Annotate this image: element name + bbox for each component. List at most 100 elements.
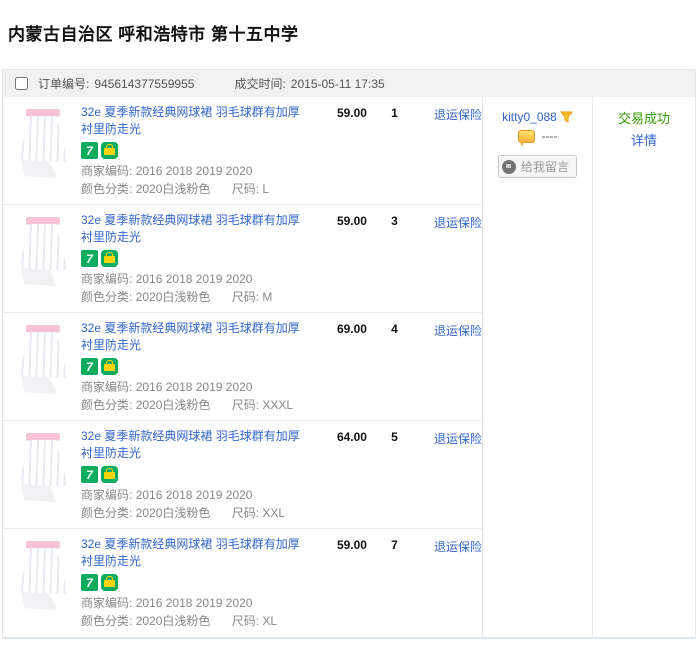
trade-status-text: 交易成功 bbox=[617, 111, 670, 126]
product-row: 32e 夏季新款经典网球裙 羽毛球群有加厚衬里防走光 7 商家编码: 2016 … bbox=[3, 205, 482, 313]
size-value: XXL bbox=[262, 506, 286, 520]
consumer-protection-icon bbox=[101, 574, 118, 591]
color-value: 2020白浅粉色 bbox=[135, 506, 211, 520]
buyer-column: kitty0_088 ---- 给我留言 bbox=[482, 97, 592, 637]
seven-day-return-icon: 7 bbox=[81, 142, 98, 159]
buyer-username-link[interactable]: kitty0_088 bbox=[502, 110, 557, 124]
order-select-checkbox[interactable] bbox=[15, 77, 28, 90]
product-row: 32e 夏季新款经典网球裙 羽毛球群有加厚衬里防走光 7 商家编码: 2016 … bbox=[3, 97, 482, 205]
merchant-code-label: 商家编码: bbox=[81, 596, 133, 610]
skirt-thumbnail-band bbox=[26, 217, 60, 224]
size-value: XL bbox=[262, 614, 278, 628]
product-info: 32e 夏季新款经典网球裙 羽毛球群有加厚衬里防走光 7 商家编码: 2016 … bbox=[81, 536, 309, 637]
buyer-memo-line: ---- bbox=[483, 129, 592, 147]
skirt-thumbnail-body bbox=[18, 116, 68, 162]
chat-bubble-icon[interactable] bbox=[517, 129, 535, 147]
sku-line: 颜色分类: 2020白浅粉色 尺码: M bbox=[81, 288, 309, 306]
seven-day-return-icon: 7 bbox=[81, 358, 98, 375]
skirt-thumbnail-band bbox=[26, 433, 60, 440]
product-badges: 7 bbox=[81, 574, 309, 591]
merchant-code-value: 2016 2018 2019 2020 bbox=[135, 488, 253, 502]
order-card: 订单编号: 945614377559955 成交时间: 2015-05-11 1… bbox=[2, 69, 696, 639]
product-info: 32e 夏季新款经典网球裙 羽毛球群有加厚衬里防走光 7 商家编码: 2016 … bbox=[81, 320, 309, 420]
product-badges: 7 bbox=[81, 250, 309, 267]
skirt-thumbnail-band bbox=[26, 109, 60, 116]
return-insurance-link[interactable]: 退运保险 bbox=[434, 106, 482, 204]
seven-day-return-icon: 7 bbox=[81, 250, 98, 267]
product-title-link[interactable]: 32e 夏季新款经典网球裙 羽毛球群有加厚衬里防走光 bbox=[81, 428, 309, 462]
consumer-protection-icon bbox=[101, 142, 118, 159]
product-image[interactable] bbox=[15, 428, 71, 508]
merchant-code-line: 商家编码: 2016 2018 2019 2020 bbox=[81, 486, 309, 504]
sku-line: 颜色分类: 2020白浅粉色 尺码: XL bbox=[81, 612, 309, 630]
product-image[interactable] bbox=[15, 536, 71, 616]
merchant-code-value: 2016 2018 2019 2020 bbox=[135, 272, 253, 286]
consumer-protection-icon bbox=[101, 358, 118, 375]
product-row: 32e 夏季新款经典网球裙 羽毛球群有加厚衬里防走光 7 商家编码: 2016 … bbox=[3, 313, 482, 421]
leave-message-label: 给我留言 bbox=[520, 160, 569, 174]
skirt-thumbnail-body bbox=[18, 224, 68, 270]
size-label: 尺码: bbox=[231, 506, 260, 520]
message-bubble-icon bbox=[501, 159, 516, 174]
item-price: 59.00 bbox=[336, 538, 367, 552]
return-insurance-link[interactable]: 退运保险 bbox=[434, 430, 482, 528]
color-value: 2020白浅粉色 bbox=[135, 290, 211, 304]
deal-time-value: 2015-05-11 17:35 bbox=[290, 76, 385, 91]
return-insurance-link[interactable]: 退运保险 bbox=[434, 538, 482, 637]
item-quantity: 1 bbox=[391, 106, 398, 120]
product-title-link[interactable]: 32e 夏季新款经典网球裙 羽毛球群有加厚衬里防走光 bbox=[81, 536, 309, 570]
product-list: 32e 夏季新款经典网球裙 羽毛球群有加厚衬里防走光 7 商家编码: 2016 … bbox=[3, 97, 482, 637]
skirt-thumbnail-band bbox=[26, 541, 60, 548]
product-title-link[interactable]: 32e 夏季新款经典网球裙 羽毛球群有加厚衬里防走光 bbox=[81, 320, 309, 354]
size-value: M bbox=[262, 290, 273, 304]
item-price: 59.00 bbox=[336, 106, 367, 120]
page-title: 内蒙古自治区 呼和浩特市 第十五中学 bbox=[8, 25, 299, 44]
merchant-code-line: 商家编码: 2016 2018 2019 2020 bbox=[81, 270, 309, 288]
skirt-thumbnail-body bbox=[18, 332, 68, 378]
color-value: 2020白浅粉色 bbox=[135, 614, 211, 628]
status-column: 交易成功 详情 bbox=[592, 97, 695, 637]
sku-line: 颜色分类: 2020白浅粉色 尺码: XXXL bbox=[81, 396, 309, 414]
sku-line: 颜色分类: 2020白浅粉色 尺码: L bbox=[81, 180, 309, 198]
merchant-code-line: 商家编码: 2016 2018 2019 2020 bbox=[81, 378, 309, 396]
skirt-thumbnail-shadow bbox=[21, 484, 57, 502]
product-badges: 7 bbox=[81, 358, 309, 375]
skirt-thumbnail-body bbox=[18, 440, 68, 486]
size-label: 尺码: bbox=[231, 290, 260, 304]
sku-line: 颜色分类: 2020白浅粉色 尺码: XXL bbox=[81, 504, 309, 522]
color-label: 颜色分类: bbox=[81, 506, 133, 520]
order-header-bar: 订单编号: 945614377559955 成交时间: 2015-05-11 1… bbox=[3, 70, 695, 97]
color-label: 颜色分类: bbox=[81, 290, 133, 304]
color-label: 颜色分类: bbox=[81, 182, 133, 196]
merchant-code-value: 2016 2018 2019 2020 bbox=[135, 380, 253, 394]
item-price: 69.00 bbox=[336, 322, 367, 336]
consumer-protection-icon bbox=[101, 466, 118, 483]
product-title-link[interactable]: 32e 夏季新款经典网球裙 羽毛球群有加厚衬里防走光 bbox=[81, 104, 309, 138]
skirt-thumbnail-shadow bbox=[21, 268, 57, 286]
size-value: L bbox=[262, 182, 270, 196]
product-image[interactable] bbox=[15, 104, 71, 184]
skirt-thumbnail-shadow bbox=[21, 376, 57, 394]
order-detail-link[interactable]: 详情 bbox=[593, 130, 695, 149]
product-title-link[interactable]: 32e 夏季新款经典网球裙 羽毛球群有加厚衬里防走光 bbox=[81, 212, 309, 246]
return-insurance-link[interactable]: 退运保险 bbox=[434, 214, 482, 312]
product-row: 32e 夏季新款经典网球裙 羽毛球群有加厚衬里防走光 7 商家编码: 2016 … bbox=[3, 529, 482, 637]
item-quantity: 7 bbox=[391, 538, 398, 552]
order-body: 32e 夏季新款经典网球裙 羽毛球群有加厚衬里防走光 7 商家编码: 2016 … bbox=[3, 97, 695, 637]
seven-day-return-icon: 7 bbox=[81, 466, 98, 483]
product-image[interactable] bbox=[15, 320, 71, 400]
merchant-code-label: 商家编码: bbox=[81, 488, 133, 502]
product-info: 32e 夏季新款经典网球裙 羽毛球群有加厚衬里防走光 7 商家编码: 2016 … bbox=[81, 104, 309, 204]
merchant-code-line: 商家编码: 2016 2018 2019 2020 bbox=[81, 162, 309, 180]
item-quantity: 5 bbox=[391, 430, 398, 444]
return-insurance-link[interactable]: 退运保险 bbox=[434, 322, 482, 420]
size-label: 尺码: bbox=[231, 398, 260, 412]
leave-message-button[interactable]: 给我留言 bbox=[497, 155, 577, 178]
item-price: 64.00 bbox=[336, 430, 367, 444]
merchant-code-line: 商家编码: 2016 2018 2019 2020 bbox=[81, 594, 309, 612]
size-label: 尺码: bbox=[231, 614, 260, 628]
product-image[interactable] bbox=[15, 212, 71, 292]
seven-day-return-icon: 7 bbox=[81, 574, 98, 591]
merchant-code-label: 商家编码: bbox=[81, 164, 133, 178]
skirt-thumbnail-band bbox=[26, 325, 60, 332]
